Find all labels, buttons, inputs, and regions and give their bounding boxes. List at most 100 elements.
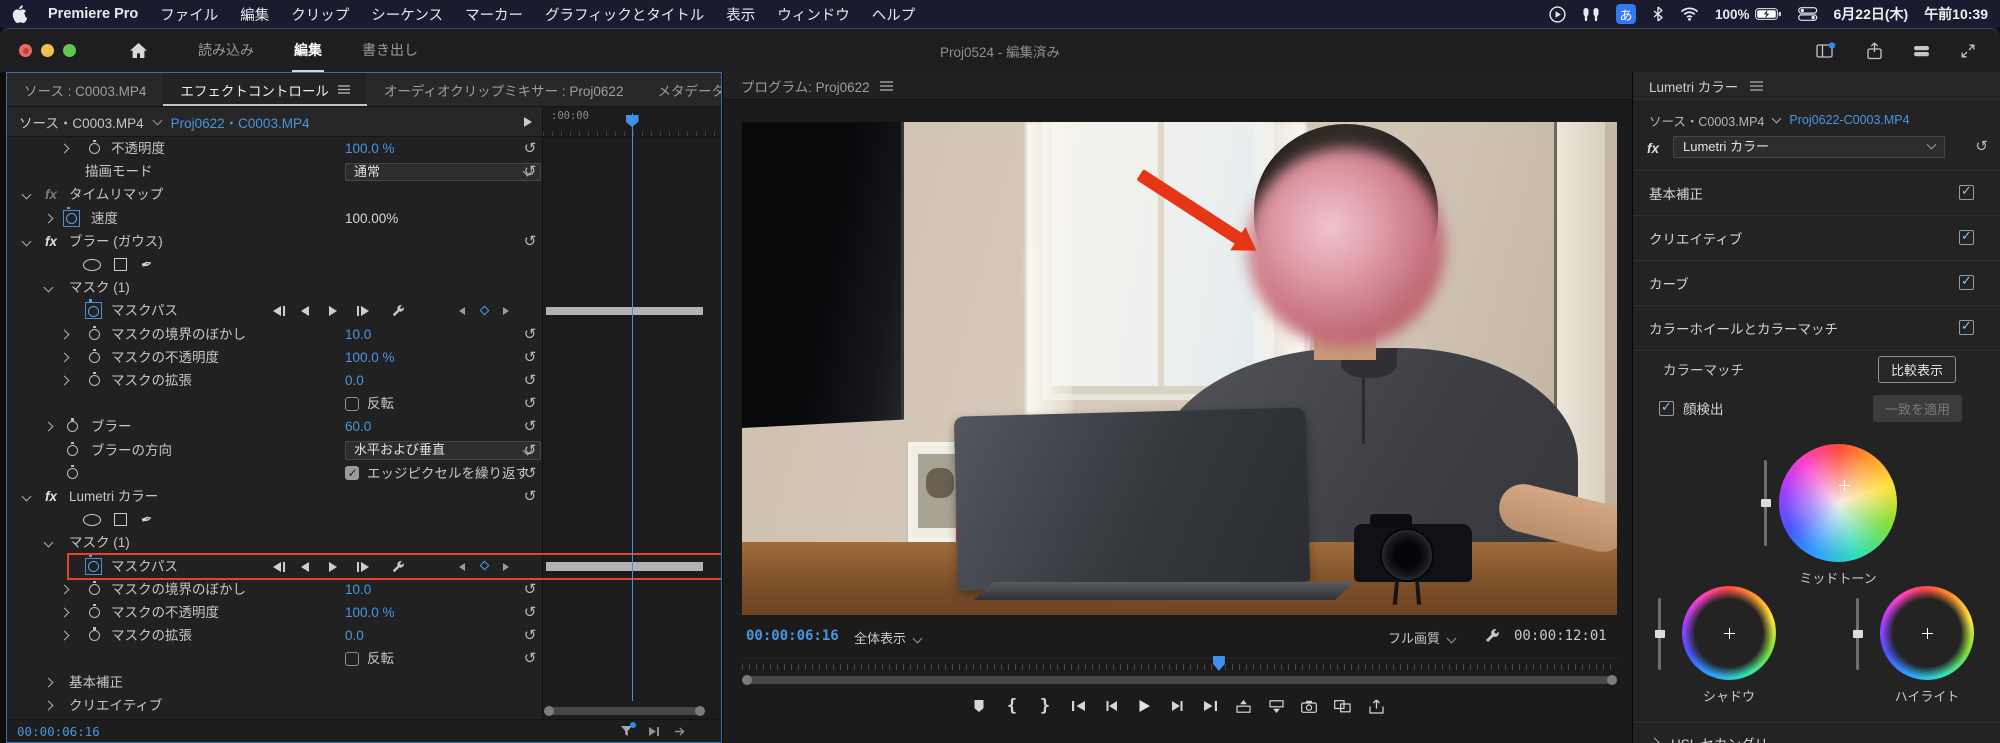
filter-effects-icon[interactable] <box>620 722 636 737</box>
previous-keyframe-nav-icon[interactable] <box>459 307 465 316</box>
control-center-icon[interactable] <box>1797 7 1818 21</box>
menu-item[interactable]: 編集 <box>229 4 280 25</box>
checkbox[interactable] <box>345 396 359 411</box>
ellipse-mask-tool-icon[interactable] <box>83 259 101 271</box>
reset-icon[interactable]: ↺ <box>517 160 543 183</box>
checkbox[interactable] <box>345 462 359 485</box>
reset-icon[interactable]: ↺ <box>517 415 543 438</box>
transport-mark-in-button[interactable]: { <box>1004 694 1020 718</box>
reset-icon[interactable]: ↺ <box>517 369 543 392</box>
hsl-secondary-section[interactable]: HSL セカンダリ <box>1633 722 2000 743</box>
comparison-view-button[interactable]: 比較表示 <box>1877 355 1956 383</box>
effect-select-dropdown[interactable]: Lumetri カラー <box>1673 136 1945 158</box>
workspace-tab-書き出し[interactable]: 書き出し <box>360 29 420 72</box>
panel-tab[interactable]: ソース : C0003.MP4 <box>7 73 163 106</box>
close-button[interactable] <box>19 44 32 57</box>
reset-icon[interactable]: ↺ <box>517 485 543 508</box>
param-value[interactable]: 10.0 <box>345 323 371 346</box>
ellipse-mask-tool-icon[interactable] <box>83 514 101 527</box>
stopwatch-icon[interactable] <box>85 302 102 320</box>
menu-time[interactable]: 午前10:39 <box>1924 4 1988 24</box>
chevron-right-icon[interactable] <box>43 700 54 711</box>
stopwatch-icon[interactable] <box>89 627 100 642</box>
settings-wrench-icon[interactable] <box>1484 628 1500 644</box>
stopwatch-icon[interactable] <box>63 209 80 227</box>
stopwatch-icon[interactable] <box>89 580 100 595</box>
menu-item[interactable]: ファイル <box>149 4 229 25</box>
reset-icon[interactable]: ↺ <box>517 624 543 647</box>
lumetri-section-カーブ[interactable]: カーブ <box>1633 261 2000 306</box>
param-value[interactable]: 0.0 <box>345 624 364 647</box>
chevron-right-icon[interactable] <box>43 213 54 224</box>
program-title[interactable]: プログラム: Proj0622 <box>741 76 870 96</box>
chevron-right-icon[interactable] <box>59 607 70 618</box>
footer-timecode[interactable]: 00:00:06:16 <box>17 724 100 739</box>
clip-name-label[interactable]: Proj0622・C0003.MP4 <box>171 112 310 132</box>
chevron-down-icon[interactable] <box>43 537 54 548</box>
lumetri-section-クリエイティブ[interactable]: クリエイティブ <box>1633 216 2000 261</box>
midtones-luma-slider[interactable] <box>1760 460 1771 546</box>
chevron-right-icon[interactable] <box>59 143 70 154</box>
panel-tab[interactable]: メタデータ <box>640 73 721 106</box>
export-keyframes-icon[interactable] <box>674 726 687 737</box>
transport-step-forward-button[interactable] <box>1169 694 1185 718</box>
transport-add-marker-button[interactable] <box>971 694 987 718</box>
param-dropdown[interactable]: 通常 <box>345 162 541 182</box>
play-around-icon[interactable] <box>647 726 660 737</box>
chevron-right-icon[interactable] <box>59 630 70 641</box>
highlights-luma-slider[interactable] <box>1852 598 1863 670</box>
stopwatch-icon[interactable] <box>89 604 100 618</box>
chevron-down-icon[interactable] <box>43 282 54 293</box>
program-time-ruler[interactable] <box>742 658 1617 670</box>
transport-mark-out-button[interactable]: } <box>1037 694 1053 718</box>
stopwatch-icon[interactable] <box>67 464 78 479</box>
lumetri-section-基本補正[interactable]: 基本補正 <box>1633 171 2000 216</box>
chevron-right-icon[interactable] <box>59 584 70 595</box>
param-value[interactable]: 0.0 <box>345 369 364 392</box>
lumetri-section-カラーホイールとカラーマッチ[interactable]: カラーホイールとカラーマッチ <box>1633 306 2000 351</box>
menu-date[interactable]: 6月22日(木) <box>1834 4 1909 24</box>
face-detect-checkbox[interactable] <box>1659 399 1674 416</box>
menu-item[interactable]: ウィンドウ <box>766 4 861 25</box>
lumetri-title[interactable]: Lumetri カラー <box>1649 76 1738 96</box>
program-zoom-scrollbar[interactable] <box>742 675 1617 685</box>
program-video-frame[interactable] <box>742 122 1617 615</box>
chevron-right-icon[interactable] <box>43 677 54 688</box>
reset-icon[interactable]: ↺ <box>517 462 543 485</box>
param-value[interactable]: 100.0 % <box>345 346 395 369</box>
playhead-line[interactable] <box>631 113 634 701</box>
zoom-button[interactable] <box>63 44 76 57</box>
stopwatch-icon[interactable] <box>89 140 100 154</box>
pen-mask-tool-icon[interactable]: ✒ <box>138 252 155 277</box>
panel-menu-icon[interactable] <box>879 80 893 91</box>
transport-export-frame-button[interactable] <box>1301 694 1317 718</box>
reset-icon[interactable]: ↺ <box>517 323 543 346</box>
home-icon[interactable] <box>129 42 148 59</box>
transport-play-button[interactable] <box>1136 694 1152 718</box>
menu-item[interactable]: クリップ <box>280 4 360 25</box>
chevron-right-icon[interactable] <box>43 421 54 432</box>
reset-icon[interactable]: ↺ <box>517 439 543 462</box>
workspace-tab-読み込み[interactable]: 読み込み <box>196 29 256 72</box>
wifi-icon[interactable] <box>1680 7 1699 21</box>
param-value[interactable]: 60.0 <box>345 415 371 438</box>
previous-keyframe-icon[interactable] <box>273 306 285 317</box>
rect-mask-tool-icon[interactable] <box>114 513 127 527</box>
rect-mask-tool-icon[interactable] <box>114 258 127 271</box>
menu-item[interactable]: グラフィックとタイトル <box>534 4 715 25</box>
section-enable-checkbox[interactable] <box>1959 183 1974 200</box>
shadows-luma-slider[interactable] <box>1654 598 1665 670</box>
input-method-icon[interactable]: あ <box>1615 4 1636 24</box>
next-keyframe-nav-icon[interactable] <box>503 307 509 316</box>
chevron-down-icon[interactable] <box>21 189 32 200</box>
reset-icon[interactable]: ↺ <box>517 601 543 624</box>
stopwatch-icon[interactable] <box>89 348 100 363</box>
apple-icon[interactable] <box>12 5 27 23</box>
menu-item[interactable]: シーケンス <box>360 4 454 25</box>
menu-item[interactable]: マーカー <box>454 4 534 25</box>
menu-item[interactable]: ヘルプ <box>861 4 927 25</box>
chevron-right-icon[interactable] <box>59 352 70 363</box>
section-enable-checkbox[interactable] <box>1959 273 1974 290</box>
current-timecode[interactable]: 00:00:06:16 <box>746 628 839 644</box>
reset-icon[interactable]: ↺ <box>517 392 543 415</box>
